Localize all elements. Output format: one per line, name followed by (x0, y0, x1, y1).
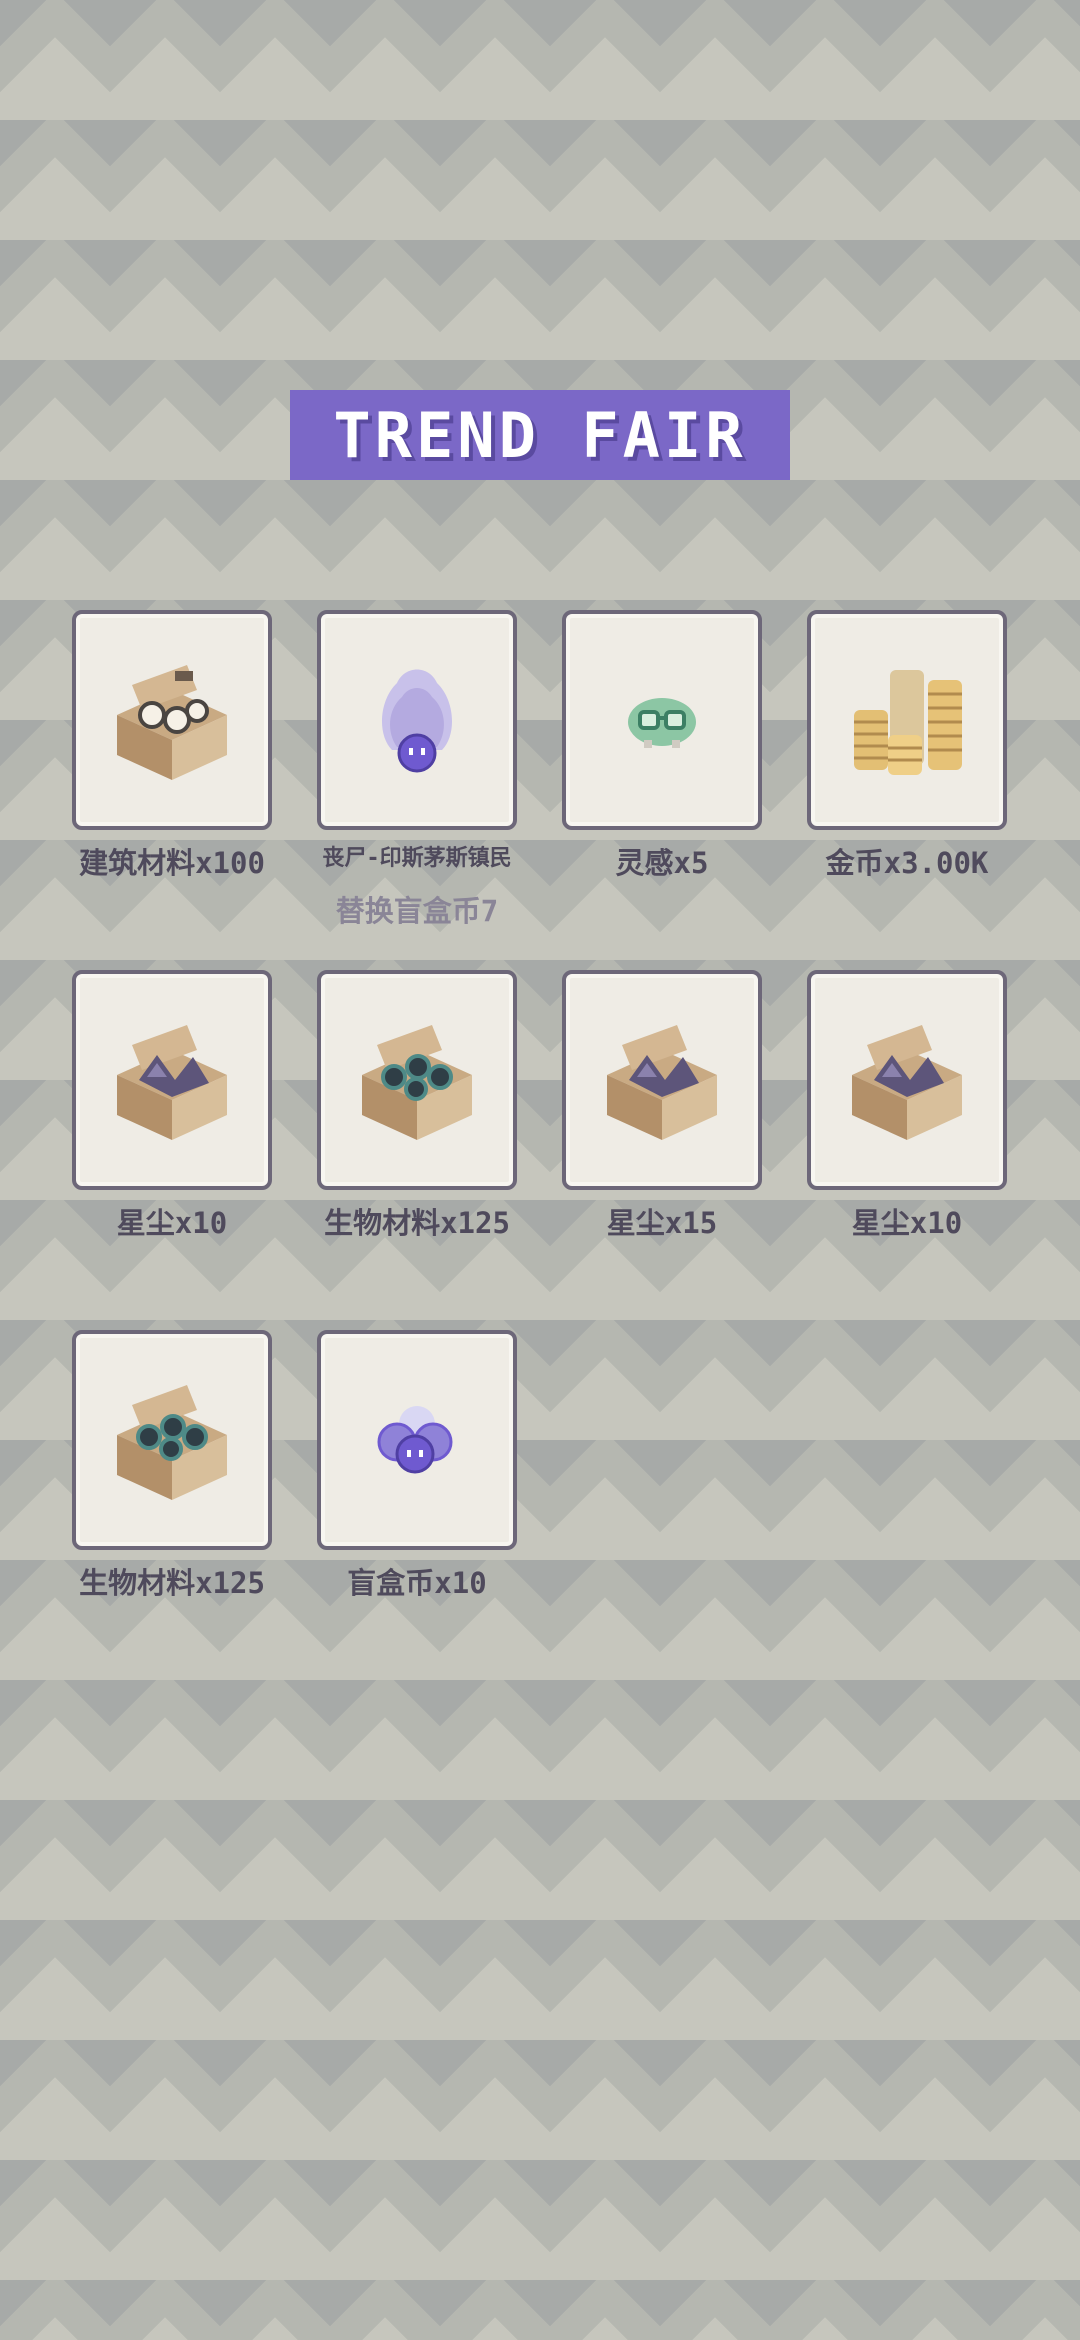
blind-box-coin-icon (357, 1380, 477, 1500)
reward-card[interactable] (807, 610, 1007, 830)
reward-card[interactable] (317, 610, 517, 830)
reward-item-stardust[interactable]: 星尘x10 (72, 970, 272, 1242)
reward-note: 替换盲盒币7 (335, 894, 499, 928)
reward-label: 盲盒币x10 (347, 1566, 487, 1600)
reward-card[interactable] (562, 610, 762, 830)
reward-label: 丧尸-印斯茅斯镇民 (322, 846, 512, 871)
reward-label: 灵感x5 (615, 846, 709, 880)
stardust-crate-icon (97, 1005, 247, 1155)
page-title: TREND FAIR (333, 398, 747, 472)
reward-label: 生物材料x125 (79, 1566, 265, 1600)
building-materials-crate-icon (97, 645, 247, 795)
reward-item-bio-materials-2[interactable]: 生物材料x125 (72, 1330, 272, 1602)
inspiration-icon (602, 660, 722, 780)
gold-coins-icon (842, 650, 972, 790)
reward-item-bio-materials[interactable]: 生物材料x125 (317, 970, 517, 1242)
stardust-crate-icon (587, 1005, 737, 1155)
reward-item-stardust-10b[interactable]: 星尘x10 (807, 970, 1007, 1242)
stardust-crate-icon (832, 1005, 982, 1155)
reward-label: 金币x3.00K (825, 846, 989, 880)
title-banner: TREND FAIR (290, 390, 790, 480)
bio-materials-crate-icon (342, 1005, 492, 1155)
reward-card[interactable] (72, 970, 272, 1190)
ghost-zombie-icon (357, 655, 477, 785)
reward-label: 生物材料x125 (324, 1206, 510, 1240)
reward-card[interactable] (317, 1330, 517, 1550)
reward-card[interactable] (562, 970, 762, 1190)
reward-label: 星尘x15 (606, 1206, 718, 1240)
reward-item-inspiration[interactable]: 灵感x5 (562, 610, 762, 882)
reward-item-blind-box-coin[interactable]: 盲盒币x10 (317, 1330, 517, 1602)
reward-card[interactable] (317, 970, 517, 1190)
reward-card[interactable] (72, 1330, 272, 1550)
bio-materials-crate-icon (97, 1365, 247, 1515)
reward-item-building-materials[interactable]: 建筑材料x100 (72, 610, 272, 882)
reward-label: 星尘x10 (116, 1206, 228, 1240)
reward-card[interactable] (72, 610, 272, 830)
reward-label: 星尘x10 (851, 1206, 963, 1240)
reward-label: 建筑材料x100 (79, 846, 265, 880)
reward-item-stardust-15[interactable]: 星尘x15 (562, 970, 762, 1242)
reward-item-zombie[interactable]: 丧尸-印斯茅斯镇民 替换盲盒币7 (317, 610, 517, 930)
reward-card[interactable] (807, 970, 1007, 1190)
reward-item-gold[interactable]: 金币x3.00K (807, 610, 1007, 882)
